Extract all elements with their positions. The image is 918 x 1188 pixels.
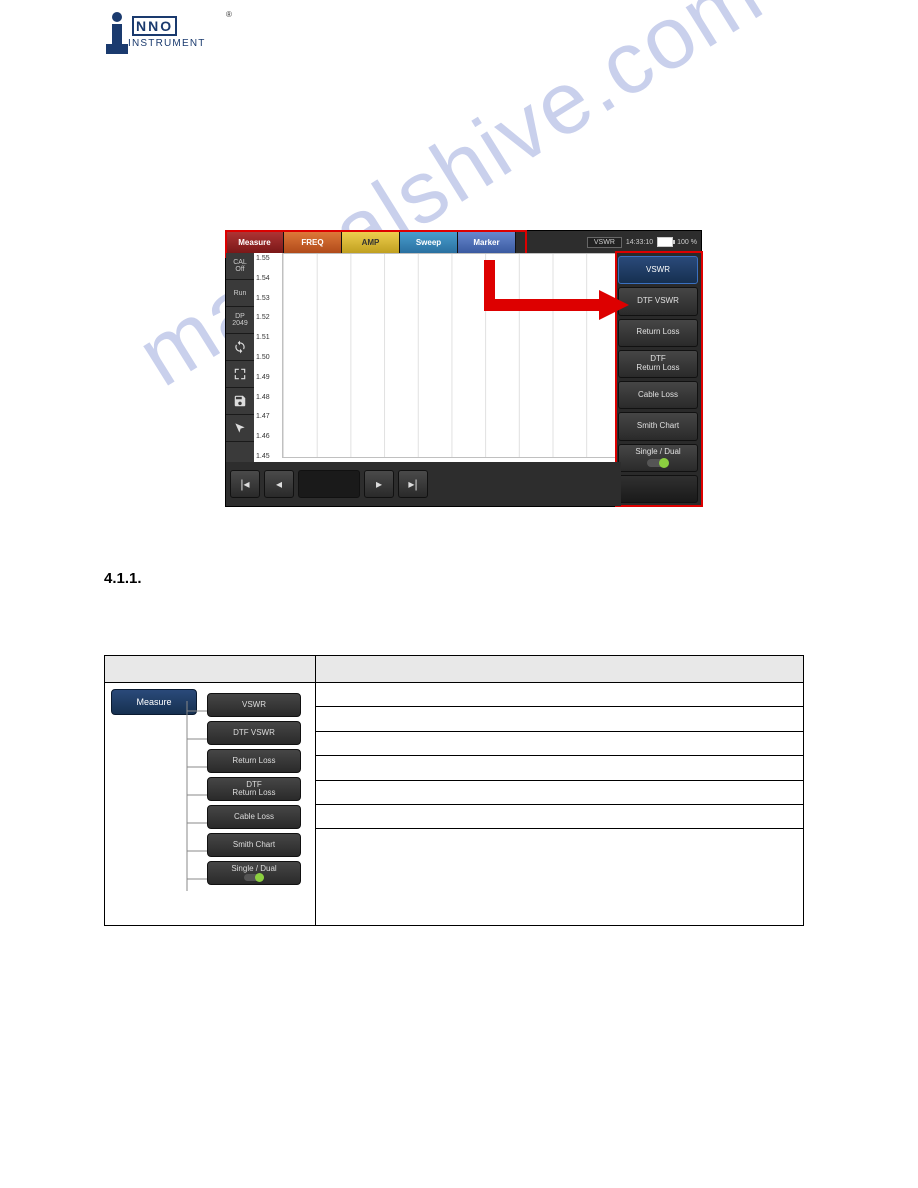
left-toolbar: CAL Off Run DP 2049 — [226, 253, 254, 470]
table-row — [316, 731, 804, 755]
right-menu: VSWR DTF VSWR Return Loss DTF Return Los… — [615, 253, 701, 506]
logo-text-top: NNO — [132, 16, 177, 36]
battery-icon — [657, 237, 673, 247]
table-row — [316, 829, 804, 926]
first-icon: |◂ — [240, 477, 249, 491]
menu-btn-smith-chart[interactable]: Smith Chart — [618, 412, 698, 440]
tab-freq[interactable]: FREQ — [284, 231, 342, 253]
logo-text-bottom: INSTRUMENT — [128, 38, 206, 49]
nav-spacer — [298, 470, 360, 498]
table-row — [316, 804, 804, 828]
tree-item-dtf-vswr[interactable]: DTF VSWR — [207, 721, 301, 745]
toggle-icon — [244, 874, 264, 881]
nav-last-button[interactable]: ▸| — [398, 470, 428, 498]
nav-next-button[interactable]: ▸ — [364, 470, 394, 498]
table-header-menu — [105, 656, 316, 683]
tree-item-vswr[interactable]: VSWR — [207, 693, 301, 717]
tree-item-dtf-return-loss[interactable]: DTF Return Loss — [207, 777, 301, 801]
table-row — [316, 683, 804, 707]
status-bar: VSWR 14:33:10 100 % — [583, 231, 701, 253]
registered-icon: ® — [226, 10, 232, 19]
status-mode: VSWR — [587, 237, 622, 248]
nav-first-button[interactable]: |◂ — [230, 470, 260, 498]
refresh-icon — [233, 340, 247, 354]
top-tab-bar: Measure FREQ AMP Sweep Marker VSWR 14:33… — [226, 231, 701, 253]
logo-i-glyph — [108, 10, 128, 56]
menu-btn-return-loss[interactable]: Return Loss — [618, 319, 698, 347]
tree-item-return-loss[interactable]: Return Loss — [207, 749, 301, 773]
y-axis-labels: 1.55 1.54 1.53 1.52 1.51 1.50 1.49 1.48 … — [254, 253, 282, 462]
prev-icon: ◂ — [276, 477, 282, 491]
table-row — [316, 707, 804, 731]
nav-bar: |◂ ◂ ▸ ▸| — [226, 462, 621, 506]
expand-icon — [233, 367, 247, 381]
next-icon: ▸ — [376, 477, 382, 491]
save-button[interactable] — [226, 388, 254, 415]
menu-btn-dtf-return-loss[interactable]: DTF Return Loss — [618, 350, 698, 378]
status-time: 14:33:10 — [626, 239, 653, 246]
menu-btn-dtf-vswr[interactable]: DTF VSWR — [618, 287, 698, 315]
cursor-button[interactable] — [226, 415, 254, 442]
table-header-desc — [316, 656, 804, 683]
tree-item-smith-chart[interactable]: Smith Chart — [207, 833, 301, 857]
chart-grid — [282, 253, 621, 458]
expand-button[interactable] — [226, 361, 254, 388]
toggle-icon — [647, 459, 669, 467]
dp-status[interactable]: DP 2049 — [226, 307, 254, 334]
menu-description-table: Measure VSWR DTF VSWR Return Loss DTF Re… — [104, 655, 804, 926]
section-number: 4.1.1. — [104, 570, 142, 587]
menu-btn-cable-loss[interactable]: Cable Loss — [618, 381, 698, 409]
brand-logo: NNO ® INSTRUMENT — [108, 10, 228, 56]
chart-area: 1.55 1.54 1.53 1.52 1.51 1.50 1.49 1.48 … — [254, 253, 621, 470]
last-icon: ▸| — [408, 477, 417, 491]
tab-marker[interactable]: Marker — [458, 231, 516, 253]
menu-btn-vswr[interactable]: VSWR — [618, 256, 698, 284]
save-icon — [233, 394, 247, 408]
cursor-icon — [233, 421, 247, 435]
tab-sweep[interactable]: Sweep — [400, 231, 458, 253]
tab-measure[interactable]: Measure — [226, 231, 284, 253]
menu-btn-blank — [618, 475, 698, 503]
run-button[interactable]: Run — [226, 280, 254, 307]
status-battery-pct: 100 % — [677, 239, 697, 246]
tab-amp[interactable]: AMP — [342, 231, 400, 253]
menu-btn-single-dual[interactable]: Single / Dual — [618, 444, 698, 472]
table-menu-cell: Measure VSWR DTF VSWR Return Loss DTF Re… — [105, 683, 316, 926]
refresh-button[interactable] — [226, 334, 254, 361]
cal-status[interactable]: CAL Off — [226, 253, 254, 280]
table-row — [316, 756, 804, 780]
table-row — [316, 780, 804, 804]
device-screenshot: Measure FREQ AMP Sweep Marker VSWR 14:33… — [225, 230, 700, 505]
nav-prev-button[interactable]: ◂ — [264, 470, 294, 498]
tree-item-single-dual[interactable]: Single / Dual — [207, 861, 301, 885]
tree-item-cable-loss[interactable]: Cable Loss — [207, 805, 301, 829]
